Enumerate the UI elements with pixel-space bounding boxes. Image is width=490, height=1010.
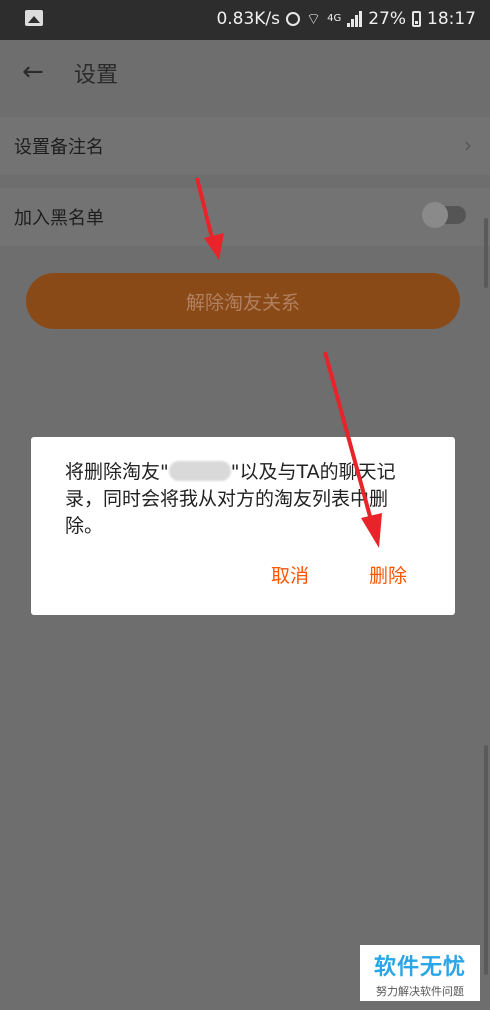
annotation-arrows	[195, 177, 382, 548]
annotation-arrow-2	[323, 351, 382, 548]
annotation-arrow-1	[195, 177, 224, 260]
watermark-subtitle: 努力解决软件问题	[376, 985, 464, 998]
watermark-logo: 软件无忧 努力解决软件问题	[360, 945, 480, 1001]
watermark-title: 软件无忧	[373, 955, 466, 980]
